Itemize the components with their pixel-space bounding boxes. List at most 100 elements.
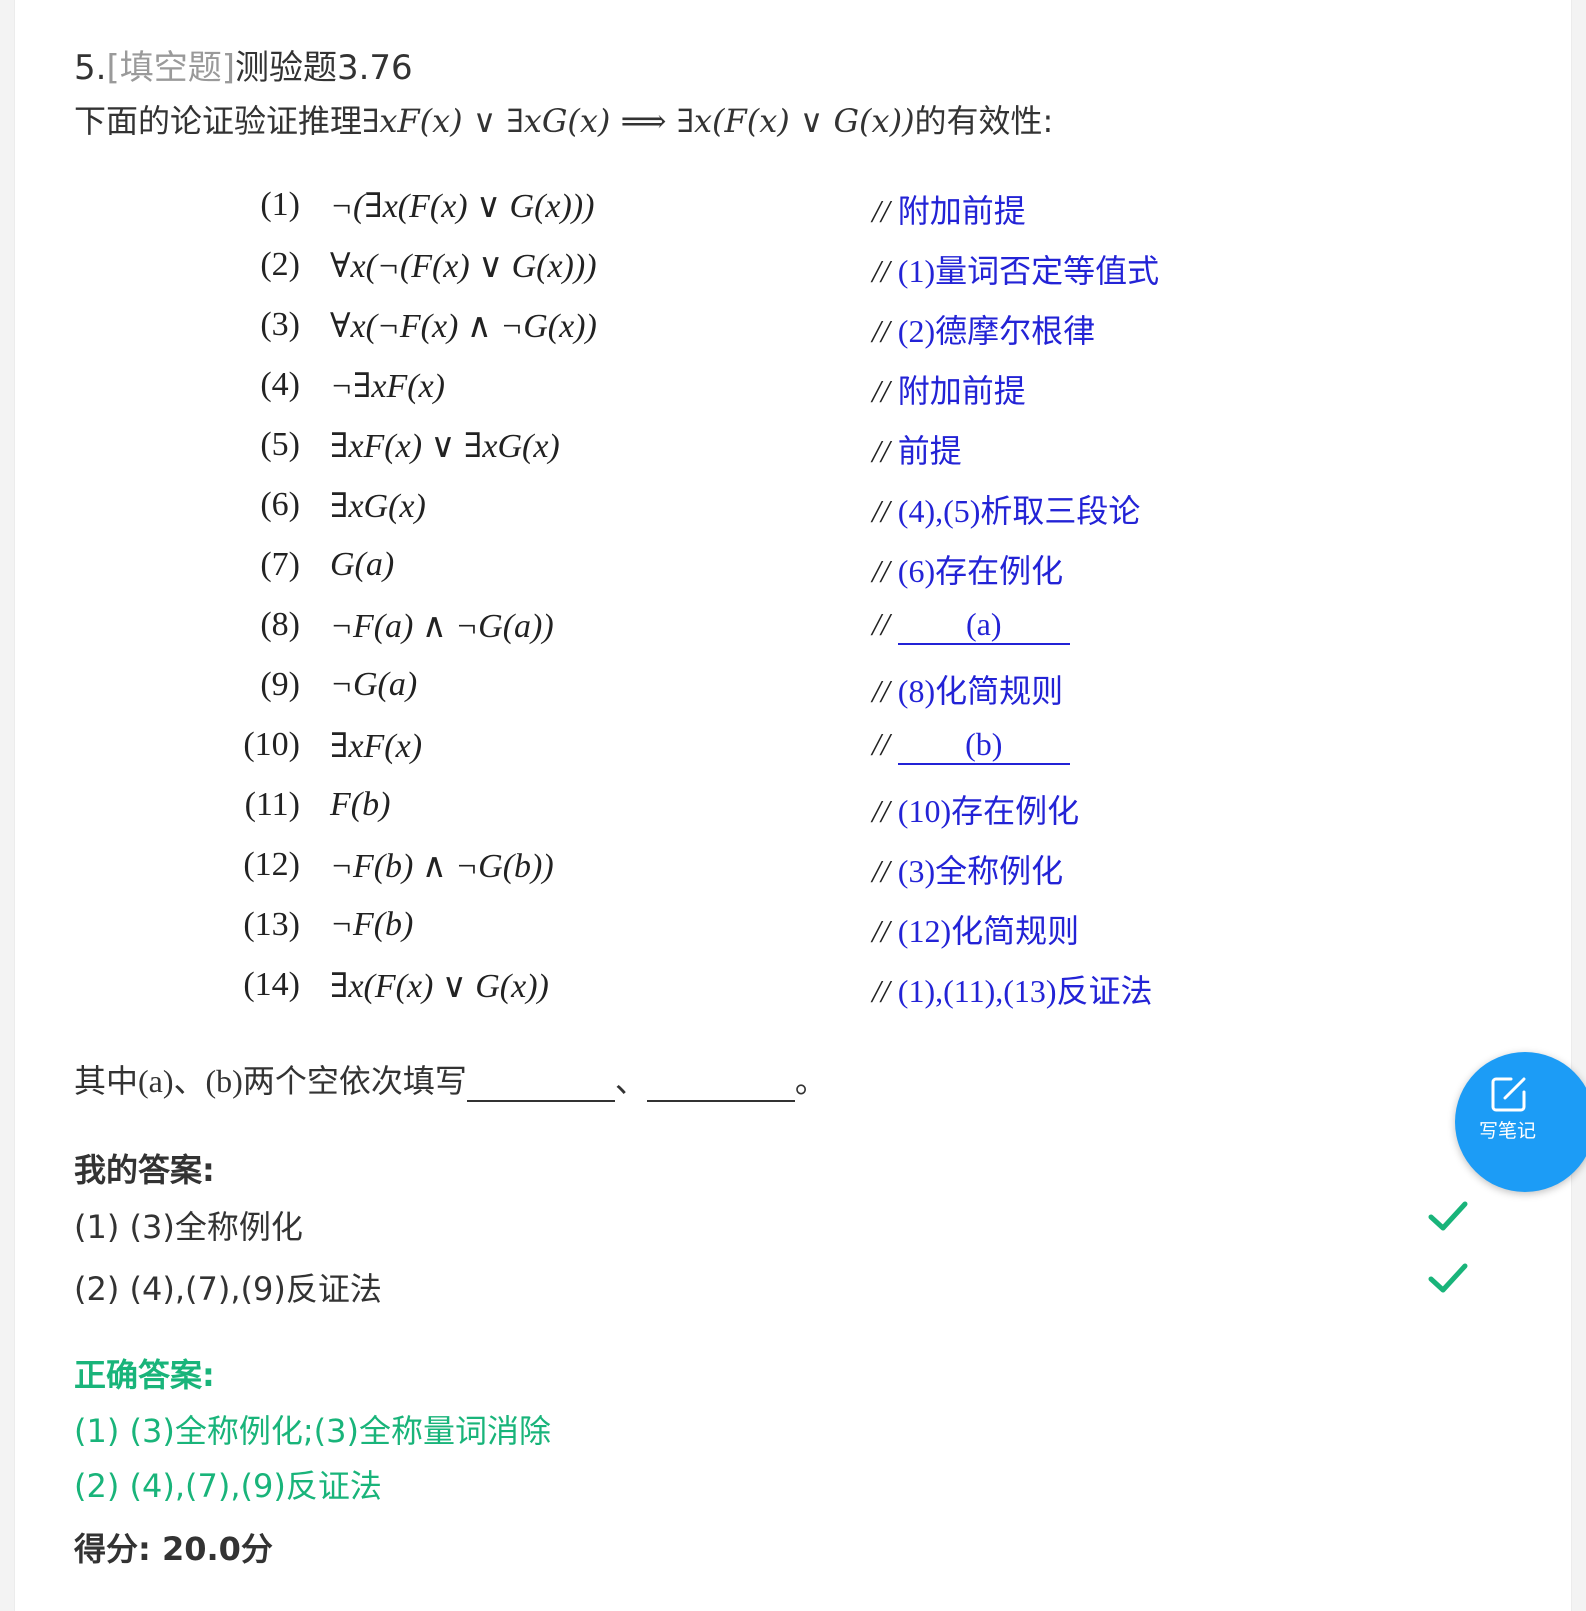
justification-text: (4),(5)析取三段论 [897, 493, 1141, 529]
justification-text: (6)存在例化 [897, 553, 1064, 589]
justification-text: 前提 [897, 433, 962, 469]
fill-separator: 、 [614, 1063, 647, 1099]
proof-justification: //附加前提 [872, 186, 1026, 232]
proof-justification: //(a) [872, 606, 1070, 645]
stem-suffix: 的有效性: [914, 102, 1054, 140]
stem-formula: ∃xF(x) ∨ ∃xG(x) ⟹ ∃x(F(x) ∨ G(x)) [362, 102, 915, 140]
proof-formula: ¬F(a) ∧ ¬G(a)) [330, 608, 554, 645]
blank-line-a [466, 1070, 615, 1102]
justification-text: (10)存在例化 [897, 793, 1080, 829]
fill-prompt: 其中(a)、(b)两个空依次填写 、 。 [74, 1056, 827, 1102]
correct-answer-label: 正确答案: [74, 1356, 215, 1394]
proof-formula: ¬F(b) ∧ ¬G(b)) [330, 848, 554, 885]
proof-line-number: (13) [243, 906, 300, 943]
proof-line-number: (10) [243, 726, 300, 763]
proof-line-number: (2) [260, 246, 300, 283]
proof-formula: ¬∃xF(x) [330, 368, 445, 405]
edit-note-icon [1491, 1077, 1526, 1112]
question-number: 5. [74, 48, 107, 88]
proof-line-number: (14) [243, 966, 300, 1003]
proof-row: (8) ¬F(a) ∧ ¬G(a)) //(a) [0, 600, 1300, 660]
proof-formula: ∀x(¬F(x) ∧ ¬G(x)) [330, 308, 597, 345]
write-note-button[interactable]: 写笔记 [1455, 1052, 1586, 1192]
proof-justification: //(4),(5)析取三段论 [872, 486, 1140, 532]
proof-line-number: (8) [260, 606, 300, 643]
comment-slashes: // [872, 853, 890, 889]
comment-slashes: // [872, 913, 890, 949]
justification-text: (1)量词否定等值式 [897, 253, 1160, 289]
comment-slashes: // [872, 673, 890, 709]
proof-formula: ∀x(¬(F(x) ∨ G(x))) [330, 248, 597, 285]
proof-justification: //(12)化简规则 [872, 906, 1079, 952]
proof-formula: ∃xF(x) [330, 728, 423, 765]
proof-row: (2) ∀x(¬(F(x) ∨ G(x))) //(1)量词否定等值式 [0, 240, 1300, 300]
question-type: [填空题] [106, 48, 235, 88]
check-icon [1428, 1263, 1468, 1293]
justification-text: 附加前提 [897, 193, 1026, 229]
comment-slashes: // [872, 493, 890, 529]
score: 得分: 20.0分 [74, 1530, 273, 1568]
proof-formula: ¬F(b) [330, 906, 414, 943]
my-answer-2: (2) (4),(7),(9)反证法 [74, 1270, 382, 1308]
correct-answer-1: (1) (3)全称例化;(3)全称量词消除 [74, 1412, 551, 1450]
comment-slashes: // [872, 793, 890, 829]
question-name: 测验题3.76 [234, 48, 413, 88]
justification-text: 附加前提 [897, 373, 1026, 409]
comment-slashes: // [872, 726, 890, 762]
proof-line-number: (12) [243, 846, 300, 883]
proof-formula: ∃x(F(x) ∨ G(x)) [330, 968, 549, 1005]
proof-line-number: (3) [260, 306, 300, 343]
proof-line-number: (4) [260, 366, 300, 403]
proof-formula: ¬G(a) [330, 666, 418, 703]
proof-row: (9) ¬G(a) //(8)化简规则 [0, 660, 1300, 720]
question-stem: 下面的论证验证推理∃xF(x) ∨ ∃xG(x) ⟹ ∃x(F(x) ∨ G(x… [74, 96, 1053, 142]
proof-justification: //(8)化简规则 [872, 666, 1063, 712]
proof-justification: //(10)存在例化 [872, 786, 1079, 832]
question-title: 5.[填空题]测验题3.76 [74, 40, 413, 89]
proof-line-number: (9) [260, 666, 300, 703]
proof-row: (7) G(a) //(6)存在例化 [0, 540, 1300, 600]
stem-prefix: 下面的论证验证推理 [74, 102, 363, 140]
proof-row: (1) ¬(∃x(F(x) ∨ G(x))) //附加前提 [0, 180, 1300, 240]
proof-justification: //(1),(11),(13)反证法 [872, 966, 1153, 1012]
proof-line-number: (7) [260, 546, 300, 583]
proof-line-number: (5) [260, 426, 300, 463]
proof-blank: (a) [897, 606, 1070, 645]
proof-row: (11) F(b) //(10)存在例化 [0, 780, 1300, 840]
proof-row: (6) ∃xG(x) //(4),(5)析取三段论 [0, 480, 1300, 540]
proof-justification: //(1)量词否定等值式 [872, 246, 1159, 292]
comment-slashes: // [872, 553, 890, 589]
blank-line-b [646, 1070, 795, 1102]
justification-text: (2)德摩尔根律 [897, 313, 1096, 349]
fill-prompt-text: 其中(a)、(b)两个空依次填写 [74, 1063, 467, 1099]
proof-row: (14) ∃x(F(x) ∨ G(x)) //(1),(11),(13)反证法 [0, 960, 1300, 1020]
proof-row: (12) ¬F(b) ∧ ¬G(b)) //(3)全称例化 [0, 840, 1300, 900]
proof-justification: //(2)德摩尔根律 [872, 306, 1095, 352]
comment-slashes: // [872, 606, 890, 642]
comment-slashes: // [872, 373, 890, 409]
proof-row: (5) ∃xF(x) ∨ ∃xG(x) //前提 [0, 420, 1300, 480]
proof-justification: //(3)全称例化 [872, 846, 1063, 892]
comment-slashes: // [872, 433, 890, 469]
proof-formula: ∃xF(x) ∨ ∃xG(x) [330, 428, 560, 465]
proof-justification: //附加前提 [872, 366, 1026, 412]
proof-justification: //前提 [872, 426, 962, 472]
justification-text: (8)化简规则 [897, 673, 1064, 709]
comment-slashes: // [872, 253, 890, 289]
correct-answer-2: (2) (4),(7),(9)反证法 [74, 1467, 382, 1505]
fill-end: 。 [794, 1063, 827, 1099]
proof-formula: ¬(∃x(F(x) ∨ G(x))) [330, 188, 595, 225]
proof-line-number: (6) [260, 486, 300, 523]
proof-line-number: (11) [244, 786, 300, 823]
justification-text: (3)全称例化 [897, 853, 1064, 889]
proof-formula: F(b) [330, 786, 391, 823]
my-answer-label: 我的答案: [74, 1151, 215, 1189]
proof-justification: //(b) [872, 726, 1070, 765]
check-icon [1428, 1201, 1468, 1231]
write-note-label: 写笔记 [1479, 1120, 1537, 1142]
proof-formula: G(a) [330, 546, 395, 583]
comment-slashes: // [872, 193, 890, 229]
my-answer-1: (1) (3)全称例化 [74, 1208, 303, 1246]
comment-slashes: // [872, 313, 890, 349]
proof-row: (3) ∀x(¬F(x) ∧ ¬G(x)) //(2)德摩尔根律 [0, 300, 1300, 360]
